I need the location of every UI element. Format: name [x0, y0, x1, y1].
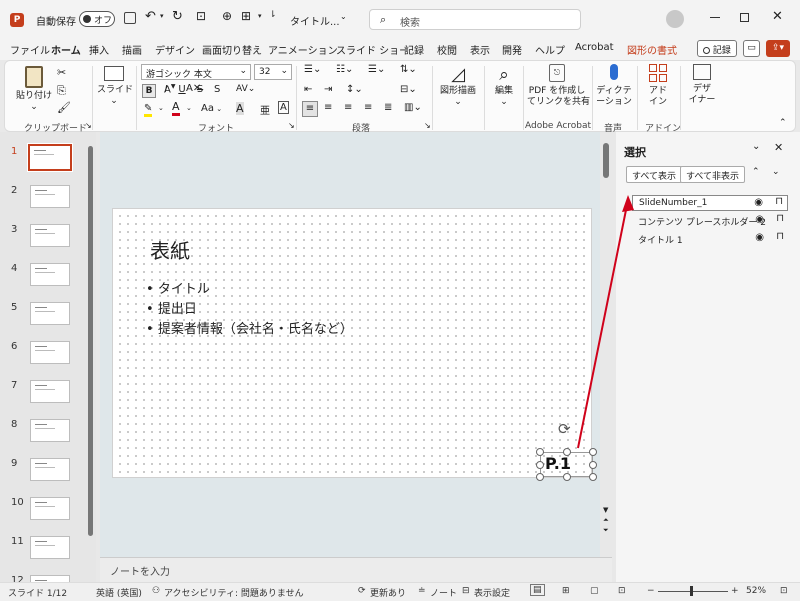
annotation-arrow	[577, 195, 634, 449]
status-language[interactable]: 英語 (英国)	[96, 586, 142, 599]
zoom-slider-thumb[interactable]	[690, 586, 693, 596]
zoom-slider[interactable]	[658, 591, 728, 592]
normal-view-icon[interactable]: ▤	[530, 584, 545, 596]
notes-icon: ≐	[418, 586, 426, 596]
status-display-settings[interactable]: 表示設定	[474, 586, 510, 599]
updates-icon: ⟳	[358, 586, 366, 596]
fit-slide-icon[interactable]: ⊡	[780, 586, 788, 596]
reading-view-icon[interactable]: ▢	[590, 586, 599, 596]
slideshow-view-icon[interactable]: ⊡	[618, 586, 626, 596]
accessibility-icon: ⚇	[152, 586, 161, 596]
zoom-out-icon[interactable]: −	[647, 586, 655, 596]
zoom-level[interactable]: 52%	[746, 586, 766, 596]
zoom-in-icon[interactable]: +	[731, 586, 739, 596]
sorter-view-icon[interactable]: ⊞	[562, 586, 570, 596]
status-slide-info: スライド 1/12	[8, 589, 68, 599]
status-updates[interactable]: 更新あり	[370, 586, 406, 599]
status-notes[interactable]: ノート	[430, 586, 457, 599]
status-accessibility[interactable]: アクセシビリティ: 問題ありません	[164, 586, 304, 599]
display-settings-icon: ⊟	[462, 586, 470, 596]
